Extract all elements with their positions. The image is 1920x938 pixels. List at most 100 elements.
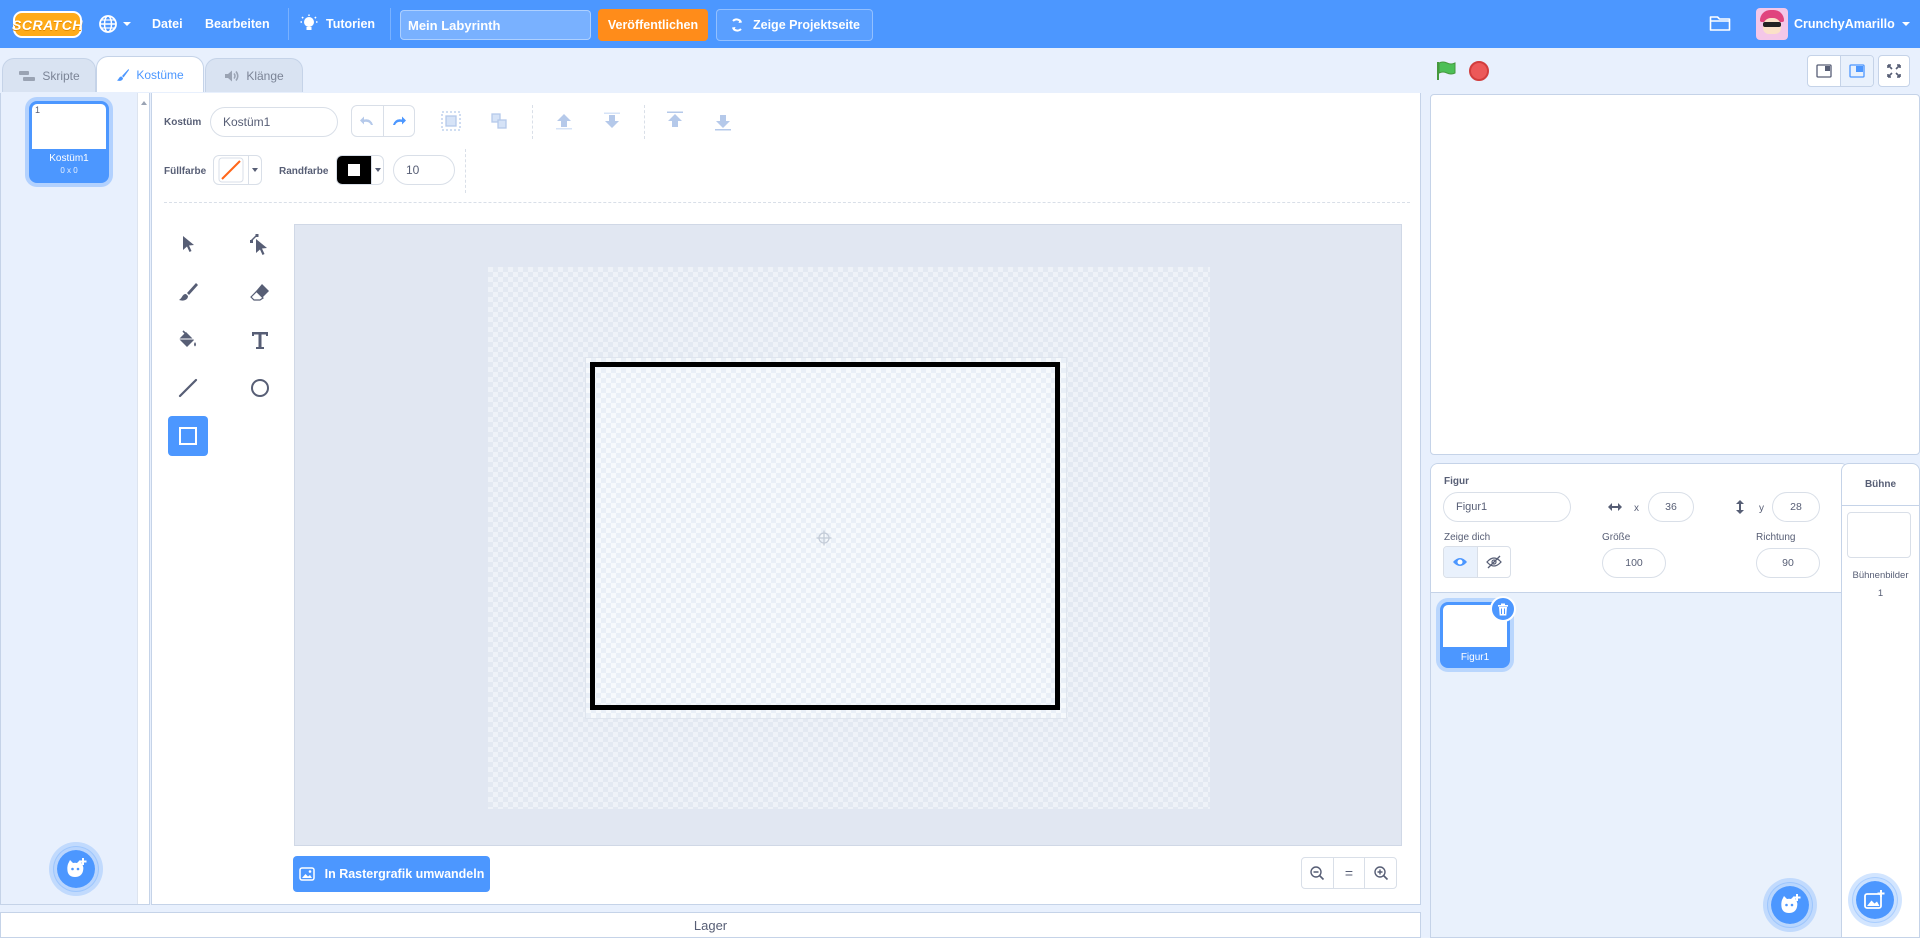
eye-slash-icon xyxy=(1485,555,1502,569)
menu-file[interactable]: Datei xyxy=(152,0,183,48)
toolbar-divider xyxy=(164,202,1410,203)
costume-size: 0 x 0 xyxy=(60,166,78,175)
reshape-pointer-icon xyxy=(250,234,267,255)
tool-rectangle[interactable] xyxy=(168,416,208,456)
scratch-logo[interactable]: SCRATCH xyxy=(12,11,82,38)
convert-to-bitmap-button[interactable]: In Rastergrafik umwandeln xyxy=(293,856,490,892)
normal-stage-icon xyxy=(1849,64,1865,78)
tool-text[interactable] xyxy=(240,320,280,360)
green-flag-button[interactable] xyxy=(1435,60,1457,87)
outline-color-picker[interactable] xyxy=(336,155,384,185)
front-button[interactable] xyxy=(661,107,689,135)
language-menu[interactable] xyxy=(98,12,138,36)
fill-dropdown xyxy=(248,156,261,184)
sprite-pane: Figur x 36 y 28 Zeige dich Größe 100 Ric… xyxy=(1430,463,1849,938)
menu-tutorials[interactable]: Tutorien xyxy=(300,0,375,48)
toolbar-separator xyxy=(644,105,645,139)
add-sprite-button[interactable] xyxy=(1767,882,1813,928)
tool-select[interactable] xyxy=(168,224,208,264)
tool-fill[interactable] xyxy=(168,320,208,360)
eraser-icon xyxy=(250,284,269,301)
project-title-input[interactable] xyxy=(400,10,591,40)
backdrops-label: Bühnenbilder xyxy=(1852,570,1909,581)
paint-canvas-area[interactable] xyxy=(294,224,1402,846)
fullscreen-icon xyxy=(1887,64,1901,78)
zoom-controls: = xyxy=(1301,857,1397,889)
costume-page xyxy=(585,357,1067,719)
tab-sounds-label: Klänge xyxy=(246,68,284,83)
fill-color-picker[interactable] xyxy=(213,155,262,185)
scroll-up-icon xyxy=(141,101,147,105)
redo-button[interactable] xyxy=(382,106,415,136)
outline-width-input[interactable] xyxy=(393,155,455,185)
tool-reshape[interactable] xyxy=(240,224,280,264)
undo-button[interactable] xyxy=(352,106,383,136)
backdrops-count: 1 xyxy=(1877,588,1884,599)
small-stage-icon xyxy=(1816,64,1832,78)
back-button[interactable] xyxy=(709,107,737,135)
tab-costumes[interactable]: Kostüme xyxy=(96,56,204,92)
costume-thumbnail xyxy=(32,104,106,149)
stage-size-toggle xyxy=(1807,55,1874,87)
backward-button[interactable] xyxy=(598,107,626,135)
x-input[interactable]: 36 xyxy=(1648,492,1694,522)
paintbrush-icon xyxy=(117,68,130,81)
green-flag-icon xyxy=(1437,61,1456,80)
tab-code[interactable]: Skripte xyxy=(2,58,96,92)
costume-name: Kostüm1 xyxy=(49,153,89,164)
y-label: y xyxy=(1759,503,1764,514)
lightbulb-icon xyxy=(300,14,318,30)
outline-color-label: Randfarbe xyxy=(279,166,329,177)
code-blocks-icon xyxy=(19,70,36,81)
zoom-out-button[interactable] xyxy=(1302,858,1333,888)
my-stuff-button[interactable] xyxy=(1709,14,1731,35)
paint-editor: Kostüm Füllfarbe Randfarbe xyxy=(151,93,1421,905)
tab-sounds[interactable]: Klänge xyxy=(205,58,303,92)
caret-down-icon xyxy=(252,168,258,172)
stage-canvas[interactable] xyxy=(1430,94,1920,455)
image-add-icon xyxy=(1864,890,1885,909)
stage-selector[interactable]: Bühne Bühnenbilder 1 xyxy=(1841,463,1920,938)
costume-list-scrollbar[interactable] xyxy=(137,93,149,904)
costume-item[interactable]: 1 Kostüm1 0 x 0 xyxy=(29,101,109,183)
tool-line[interactable] xyxy=(168,368,208,408)
see-project-page-label: Zeige Projektseite xyxy=(753,18,860,32)
stop-button[interactable] xyxy=(1469,61,1489,81)
convert-to-bitmap-label: In Rastergrafik umwandeln xyxy=(324,867,485,881)
layer-forward-icon xyxy=(556,114,572,130)
costume-name-input[interactable] xyxy=(210,107,338,137)
sprite-info: Figur x 36 y 28 Zeige dich Größe 100 Ric… xyxy=(1431,464,1848,593)
toolbar-separator xyxy=(465,149,466,193)
stage-selector-title: Bühne xyxy=(1842,464,1919,506)
add-backdrop-button[interactable] xyxy=(1852,877,1898,923)
group-icon xyxy=(441,111,461,131)
show-sprite-button[interactable] xyxy=(1444,547,1477,577)
undo-redo-group xyxy=(351,105,415,137)
normal-stage-button[interactable] xyxy=(1840,56,1873,86)
group-button[interactable] xyxy=(437,107,465,135)
small-stage-button[interactable] xyxy=(1808,56,1840,86)
globe-icon xyxy=(99,15,117,33)
add-costume-button[interactable] xyxy=(53,846,99,892)
zoom-reset-button[interactable]: = xyxy=(1332,858,1365,888)
delete-sprite-button[interactable] xyxy=(1490,596,1516,622)
zoom-in-button[interactable] xyxy=(1364,858,1396,888)
tool-circle[interactable] xyxy=(240,368,280,408)
account-menu[interactable]: CrunchyAmarillo xyxy=(1756,8,1911,40)
menu-edit[interactable]: Bearbeiten xyxy=(205,0,270,48)
size-input[interactable]: 100 xyxy=(1602,548,1666,578)
tutorials-label: Tutorien xyxy=(326,17,376,31)
ungroup-button[interactable] xyxy=(485,107,513,135)
fullscreen-button[interactable] xyxy=(1878,55,1910,87)
share-button[interactable]: Veröffentlichen xyxy=(598,9,708,41)
hide-sprite-button[interactable] xyxy=(1476,547,1511,577)
backpack-bar[interactable]: Lager xyxy=(0,912,1421,938)
see-project-page-button[interactable]: Zeige Projektseite xyxy=(716,9,873,41)
direction-input[interactable]: 90 xyxy=(1756,548,1820,578)
forward-button[interactable] xyxy=(550,107,578,135)
sprite-name-input[interactable] xyxy=(1443,492,1571,522)
tool-brush[interactable] xyxy=(168,272,208,312)
caret-down-icon xyxy=(374,168,381,172)
tool-eraser[interactable] xyxy=(240,272,280,312)
y-input[interactable]: 28 xyxy=(1772,492,1820,522)
